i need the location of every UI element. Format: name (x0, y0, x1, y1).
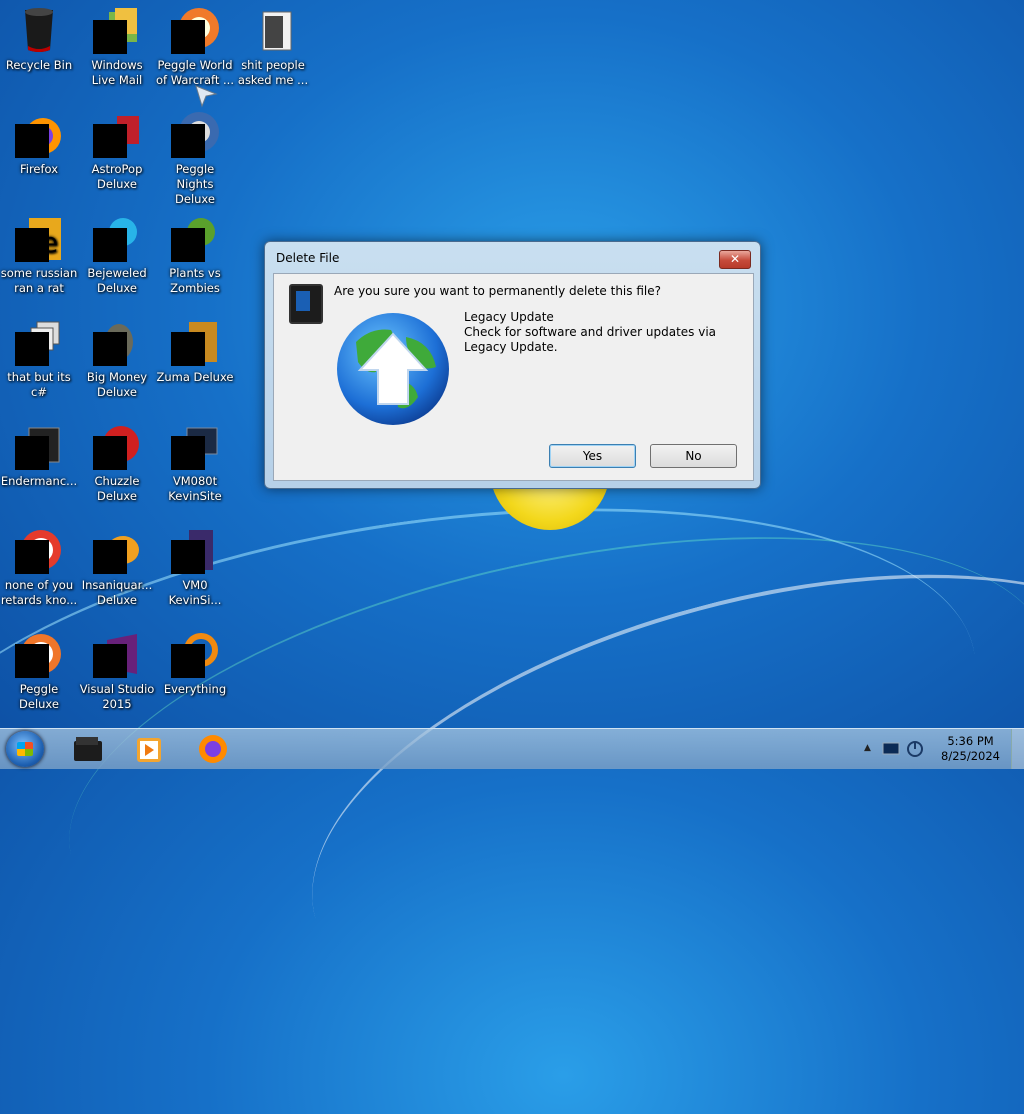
desktop-icon-label: Insaniquar... Deluxe (81, 578, 153, 607)
tablet-file-icon (289, 284, 323, 324)
desktop-icon-label: shit people asked me ... (237, 58, 309, 87)
cursor-icon (195, 85, 218, 108)
action-center-icon[interactable] (906, 739, 924, 759)
show-desktop-button[interactable] (1011, 729, 1024, 769)
desktop-icon-label: Firefox (19, 162, 59, 176)
shortcut-icon: e (15, 214, 63, 262)
taskbar-app-media-player[interactable] (133, 733, 165, 765)
window-stack-icon (15, 318, 63, 366)
chuzzle-icon (93, 422, 141, 470)
desktop-icon-chuzzle[interactable]: Chuzzle Deluxe (78, 420, 156, 504)
desktop-icon-peggle-deluxe[interactable]: Peggle Deluxe (0, 628, 78, 712)
desktop-icon-label: Bejeweled Deluxe (87, 266, 147, 295)
taskbar-app-firefox[interactable] (197, 733, 229, 765)
desktop-icon-label: VM080t KevinSite (168, 474, 222, 503)
network-icon[interactable] (882, 741, 900, 757)
file-info: Legacy Update Check for software and dri… (464, 310, 739, 355)
clock-date: 8/25/2024 (941, 749, 1000, 763)
desktop-icon-vm0[interactable]: VM0 KevinSi... (156, 524, 234, 608)
file-description: Check for software and driver updates vi… (464, 325, 717, 354)
desktop-icon-visual-studio[interactable]: Visual Studio 2015 (78, 628, 156, 712)
desktop-icon-label: Big Money Deluxe (86, 370, 148, 399)
desktop-icon-everything[interactable]: Everything (156, 628, 234, 697)
desktop-icon-label: Windows Live Mail (91, 58, 143, 87)
desktop-icon-none-of-you[interactable]: none of you retards kno... (0, 524, 78, 608)
desktop-icon-plants-vs-zombies[interactable]: Plants vs Zombies (156, 212, 234, 296)
firefox-icon (199, 735, 227, 763)
yes-button[interactable]: Yes (549, 444, 636, 468)
desktop-icon-firefox[interactable]: Firefox (0, 108, 78, 177)
zuma-icon (171, 318, 219, 366)
desktop-icon-some-russian[interactable]: e some russian ran a rat (0, 212, 78, 296)
show-hidden-icons-button[interactable]: ▲ (864, 743, 871, 753)
visual-studio-icon (93, 630, 141, 678)
delete-file-dialog: Delete File ✕ Are you sure you want to p… (264, 241, 761, 489)
dialog-question: Are you sure you want to permanently del… (334, 284, 661, 298)
vm-icon (171, 526, 219, 574)
desktop-icon-big-money[interactable]: Big Money Deluxe (78, 316, 156, 400)
desktop-icon-label: some russian ran a rat (0, 266, 78, 295)
dialog-body: Are you sure you want to permanently del… (273, 273, 754, 481)
desktop-icon-that-but-its-c[interactable]: that but its c# (0, 316, 78, 400)
desktop-icon-label: that but its c# (7, 370, 71, 399)
plant-icon (171, 214, 219, 262)
folder-icon (249, 6, 297, 54)
peggle-icon (15, 630, 63, 678)
desktop-icon-label: VM0 KevinSi... (168, 578, 222, 607)
desktop-icon-label: Zuma Deluxe (156, 370, 234, 384)
desktop-icon-label: AstroPop Deluxe (91, 162, 143, 191)
console-app-icon (15, 422, 63, 470)
taskbar: ▲ 5:36 PM 8/25/2024 (0, 728, 1024, 769)
desktop-icon-label: none of you retards kno... (0, 578, 78, 607)
monitor-icon (171, 422, 219, 470)
desktop-icon-peggle-wow[interactable]: Peggle World of Warcraft ... (156, 4, 234, 88)
legacy-update-globe-icon (336, 312, 450, 426)
mail-icon (93, 6, 141, 54)
explorer-icon (74, 737, 102, 761)
wallpaper-swoosh (263, 490, 1024, 1114)
astropop-icon (93, 110, 141, 158)
peggle-icon (171, 6, 219, 54)
desktop-icon-label: Recycle Bin (5, 58, 73, 72)
desktop-icon-endermanc[interactable]: Endermanc... (0, 420, 78, 489)
red-circle-icon (15, 526, 63, 574)
desktop-icon-zuma[interactable]: Zuma Deluxe (156, 316, 234, 385)
taskbar-app-file-explorer[interactable] (72, 733, 104, 765)
dialog-title: Delete File (276, 251, 340, 265)
media-player-icon (137, 738, 161, 762)
close-icon: ✕ (729, 252, 741, 266)
fish-icon (93, 526, 141, 574)
no-button[interactable]: No (650, 444, 737, 468)
desktop-icon-label: Chuzzle Deluxe (94, 474, 140, 503)
everything-search-icon (171, 630, 219, 678)
desktop-icon-label: Peggle Deluxe (19, 682, 59, 711)
desktop-icon-vm080t[interactable]: VM080t KevinSite (156, 420, 234, 504)
desktop-icon-windows-live-mail[interactable]: Windows Live Mail (78, 4, 156, 88)
system-tray: ▲ 5:36 PM 8/25/2024 (854, 729, 1024, 769)
desktop-icon-label: Everything (163, 682, 227, 696)
desktop-icon-label: Peggle Nights Deluxe (175, 162, 215, 206)
desktop-icon-astropop[interactable]: AstroPop Deluxe (78, 108, 156, 192)
file-name: Legacy Update (464, 310, 554, 324)
desktop-icon-label: Plants vs Zombies (169, 266, 221, 295)
start-button[interactable] (6, 731, 44, 767)
bejeweled-icon (93, 214, 141, 262)
desktop-icon-recycle-bin[interactable]: Recycle Bin (0, 4, 78, 73)
desktop-icon-shit-people-asked[interactable]: shit people asked me ... (234, 4, 312, 88)
desktop-icon-label: Visual Studio 2015 (79, 682, 155, 711)
desktop-icon-label: Endermanc... (0, 474, 78, 488)
desktop-icon-peggle-nights[interactable]: Peggle Nights Deluxe (156, 108, 234, 207)
windows-logo-icon (17, 742, 33, 756)
clock[interactable]: 5:36 PM 8/25/2024 (941, 734, 1000, 764)
close-button[interactable]: ✕ (719, 250, 751, 269)
desktop-icon-insaniquarium[interactable]: Insaniquar... Deluxe (78, 524, 156, 608)
clock-time: 5:36 PM (947, 734, 994, 748)
money-bag-icon (93, 318, 141, 366)
desktop-icon-bejeweled[interactable]: Bejeweled Deluxe (78, 212, 156, 296)
firefox-icon (15, 110, 63, 158)
recycle-bin-icon (15, 6, 63, 54)
peggle-nights-icon (171, 110, 219, 158)
